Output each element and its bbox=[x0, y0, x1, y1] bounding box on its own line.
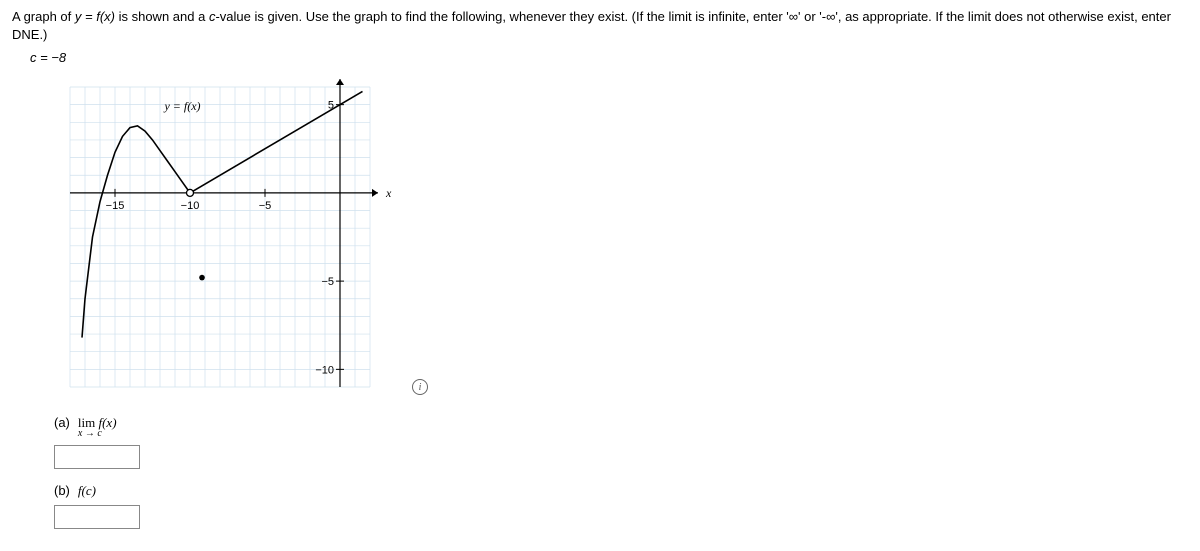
text: is shown and a bbox=[115, 9, 209, 24]
limit-expression: lim f(x) x → c bbox=[78, 415, 117, 439]
svg-text:−15: −15 bbox=[106, 200, 125, 212]
graph-svg: −15−10−55−5−10xyy = f(x) bbox=[60, 77, 400, 397]
problem-statement: A graph of y = f(x) is shown and a c-val… bbox=[12, 8, 1188, 44]
svg-text:x: x bbox=[385, 186, 392, 200]
text: A graph of bbox=[12, 9, 75, 24]
part-b-label: (b) bbox=[54, 483, 70, 498]
part-b-input[interactable] bbox=[54, 505, 140, 529]
part-b: (b) f(c) bbox=[54, 483, 1188, 529]
answer-section: (a) lim f(x) x → c (b) f(c) bbox=[54, 415, 1188, 529]
svg-text:y = f(x): y = f(x) bbox=[163, 99, 200, 113]
svg-text:−5: −5 bbox=[259, 200, 272, 212]
info-icon[interactable]: i bbox=[412, 379, 428, 395]
fc-expression: f(c) bbox=[78, 483, 96, 499]
svg-text:−10: −10 bbox=[181, 200, 200, 212]
svg-text:−5: −5 bbox=[321, 276, 334, 288]
svg-text:−10: −10 bbox=[315, 365, 334, 377]
c-value-definition: c = −8 bbox=[30, 50, 1188, 65]
graph-figure: −15−10−55−5−10xyy = f(x) i bbox=[60, 77, 400, 397]
equation-y-fx: y = f(x) bbox=[75, 9, 115, 24]
part-a: (a) lim f(x) x → c bbox=[54, 415, 1188, 469]
part-a-label: (a) bbox=[54, 415, 70, 430]
part-a-input[interactable] bbox=[54, 445, 140, 469]
